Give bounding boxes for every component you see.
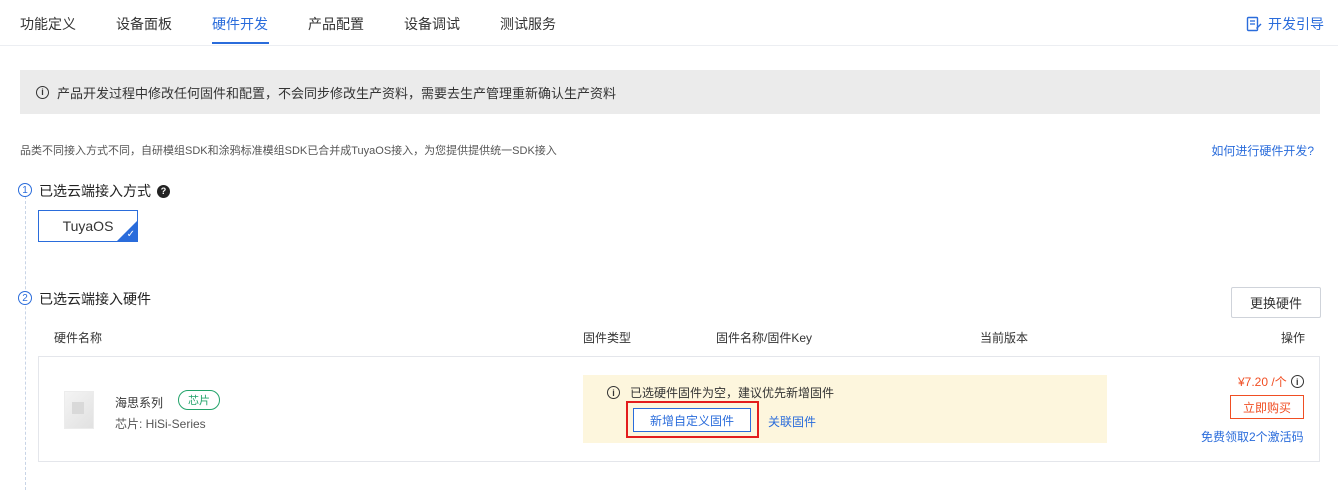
col-header-current-version: 当前版本 <box>980 331 1029 345</box>
col-header-firmware-type: 固件类型 <box>583 331 632 345</box>
tab-bar: 功能定义 设备面板 硬件开发 产品配置 设备调试 测试服务 开发引导 <box>0 0 1338 46</box>
info-icon: i <box>36 85 49 99</box>
change-hardware-button[interactable]: 更换硬件 <box>1231 287 1321 318</box>
warning-info-icon: i <box>607 386 620 399</box>
sdk-description: 品类不同接入方式不同，自研模组SDK和涂鸦标准模组SDK已合并成TuyaOS接入… <box>20 145 557 157</box>
dev-guide-label: 开发引导 <box>1268 16 1324 32</box>
howto-hardware-link[interactable]: 如何进行硬件开发? <box>1211 142 1314 159</box>
step-1-title: 已选云端接入方式 <box>39 183 151 199</box>
tab-test-service[interactable]: 测试服务 <box>500 14 556 34</box>
tab-product-config[interactable]: 产品配置 <box>308 14 364 34</box>
price-info-icon[interactable]: i <box>1290 375 1304 388</box>
step-timeline-line <box>25 196 26 490</box>
notice-text: 产品开发过程中修改任何固件和配置，不会同步修改生产资料，需要去生产管理重新确认生… <box>57 85 617 101</box>
step-1-number: 1 <box>18 183 32 197</box>
step-1-header: 已选云端接入方式 ? <box>39 181 170 201</box>
access-option-card[interactable]: TuyaOS ✓ <box>38 210 138 242</box>
hardware-name: 海思系列 <box>115 396 164 410</box>
tab-hardware-development[interactable]: 硬件开发 <box>212 14 268 34</box>
checkmark-icon: ✓ <box>126 229 135 240</box>
tab-device-debug[interactable]: 设备调试 <box>404 14 460 34</box>
tab-device-panel[interactable]: 设备面板 <box>116 14 172 34</box>
buy-now-button[interactable]: 立即购买 <box>1230 395 1304 419</box>
col-header-hardware-name: 硬件名称 <box>54 331 103 345</box>
active-tab-indicator <box>212 42 269 44</box>
guide-icon <box>1246 16 1262 32</box>
notice-banner: i 产品开发过程中修改任何固件和配置，不会同步修改生产资料，需要去生产管理重新确… <box>20 70 1320 114</box>
hardware-chip-label: 芯片: HiSi-Series <box>115 417 206 431</box>
col-header-action: 操作 <box>1281 331 1306 345</box>
step-2-number: 2 <box>18 291 32 305</box>
price-row: ¥7.20 /个 i <box>1238 373 1304 390</box>
tab-function-definition[interactable]: 功能定义 <box>20 14 76 34</box>
free-activation-code-link[interactable]: 免费领取2个激活码 <box>1201 428 1304 445</box>
hardware-image <box>64 391 94 429</box>
col-header-firmware-name: 固件名称/固件Key <box>716 331 813 345</box>
chip-badge: 芯片 <box>178 390 220 410</box>
firmware-warning-text: 已选硬件固件为空，建议优先新增固件 <box>630 386 835 400</box>
dev-guide-link[interactable]: 开发引导 <box>1246 14 1324 34</box>
link-firmware-link[interactable]: 关联固件 <box>768 413 816 430</box>
firmware-warning: i 已选硬件固件为空，建议优先新增固件 <box>607 384 834 401</box>
unit-price: ¥7.20 /个 <box>1238 375 1287 389</box>
add-custom-firmware-button[interactable]: 新增自定义固件 <box>633 408 751 432</box>
access-option-label: TuyaOS <box>62 218 114 234</box>
help-icon[interactable]: ? <box>157 184 170 198</box>
step-2-title: 已选云端接入硬件 <box>39 291 151 307</box>
